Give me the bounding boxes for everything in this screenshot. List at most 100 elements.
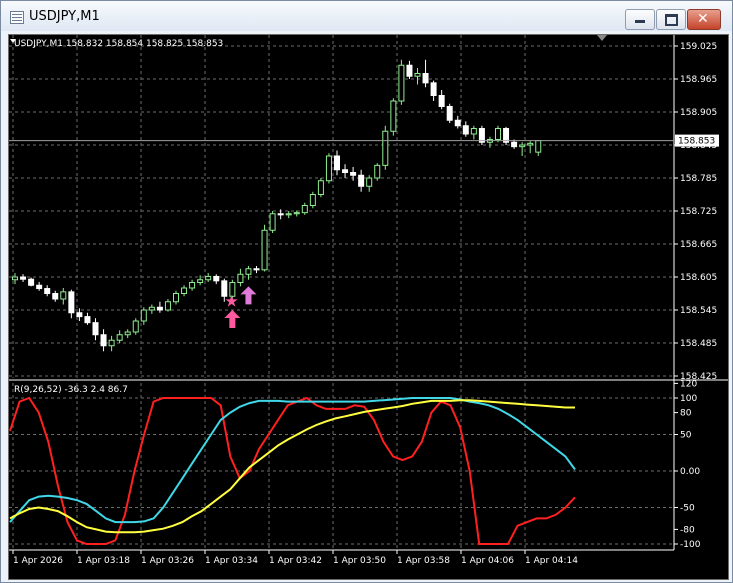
time-label: 1 Apr 03:50 (333, 556, 386, 566)
candle-body (173, 293, 179, 303)
candle-body (325, 155, 332, 182)
candle-body (52, 293, 59, 300)
candle-body (293, 212, 300, 215)
price-tick-label: 158.965 (680, 75, 717, 85)
time-label: 1 Apr 2026 (13, 556, 63, 566)
time-label: 1 Apr 03:42 (269, 556, 322, 566)
candle-body (132, 320, 139, 333)
chart-window-icon (10, 11, 24, 24)
candle-body (422, 73, 429, 84)
candle-body (511, 141, 518, 148)
candle-body (245, 268, 252, 275)
price-tick-label: 158.725 (680, 207, 717, 217)
candle-body (197, 279, 204, 283)
candle-body (374, 164, 381, 179)
title-bar[interactable]: USDJPY,M1 ✕ (1, 1, 732, 31)
price-tick-label: 158.785 (680, 174, 717, 184)
candle-body (108, 339, 115, 347)
candle-body (100, 334, 107, 347)
indicator-level-label: 0.00 (680, 467, 700, 477)
candle-body (358, 174, 365, 187)
candle-body (406, 64, 413, 77)
current-price-label: 158.853 (678, 137, 715, 147)
indicator-label: R(9,26,52) -36.3 2.4 86.7 (14, 385, 128, 395)
candle-body (28, 278, 35, 286)
time-label: 1 Apr 04:14 (525, 556, 578, 566)
candle-body (277, 213, 284, 216)
candle-body (213, 275, 220, 282)
candle-body (366, 177, 373, 187)
candle-body (12, 276, 18, 281)
time-label: 1 Apr 03:34 (205, 556, 258, 566)
candle-body (92, 322, 99, 336)
price-tick-label: 159.025 (680, 42, 717, 52)
indicator-level-label: -100 (680, 540, 701, 550)
candle-body (301, 205, 308, 214)
minimize-button[interactable] (625, 9, 655, 30)
indicator-level-label: 80 (680, 409, 692, 419)
candle-body (535, 140, 542, 153)
price-tick-label: 158.905 (680, 108, 717, 118)
candle-body (261, 229, 268, 271)
candle-body (156, 306, 163, 311)
candle-body (317, 180, 324, 195)
chart-shift-icon (597, 35, 607, 41)
candle-body (414, 73, 421, 77)
candle-body (462, 125, 469, 135)
chart-header: USDJPY,M1 158.832 158.854 158.825 158.85… (14, 39, 223, 49)
indicator-level-label: 50 (680, 431, 692, 441)
time-label: 1 Apr 03:18 (77, 556, 130, 566)
price-tick-label: 158.545 (680, 306, 717, 316)
candle-body (181, 287, 188, 294)
candle-body (398, 64, 405, 102)
candle-body (205, 275, 212, 281)
time-label: 1 Apr 04:06 (461, 556, 514, 566)
indicator-level-label: 100 (680, 394, 697, 404)
candle-body (382, 130, 389, 166)
buy-arrow-icon (240, 286, 257, 305)
candle-body (124, 331, 131, 336)
time-label: 1 Apr 03:58 (397, 556, 450, 566)
candle-body (390, 100, 397, 132)
price-tick-label: 158.485 (680, 339, 717, 349)
price-chart[interactable]: 159.025158.965158.905158.845158.785158.7… (9, 35, 728, 579)
close-icon: ✕ (697, 11, 709, 27)
candle-body (342, 169, 349, 173)
indicator-level-label: 120 (680, 379, 697, 389)
candle-body (237, 273, 244, 283)
candle-body (36, 284, 43, 290)
window-title: USDJPY,M1 (29, 9, 100, 24)
chart-window: USDJPY,M1 ✕ 159.025158.965158.905158.845… (0, 0, 733, 583)
candle-body (285, 213, 292, 216)
indicator-level-label: -80 (680, 525, 695, 535)
maximize-button[interactable] (656, 9, 686, 30)
candle-body (334, 155, 340, 171)
candle-body (20, 276, 27, 280)
candle-body (76, 312, 83, 318)
candle-body (446, 106, 453, 121)
buy-arrow-icon (224, 310, 241, 328)
candle-body (68, 291, 75, 314)
candle-body (140, 309, 147, 322)
candle-body (84, 316, 91, 324)
candle-body (309, 194, 316, 206)
minimize-icon (635, 20, 645, 23)
candle-body (519, 144, 526, 148)
maximize-icon (665, 14, 678, 26)
candle-body (164, 301, 171, 311)
candle-body (430, 82, 437, 96)
candle-body (495, 128, 501, 140)
candle-body (527, 142, 534, 146)
candle-body (253, 268, 260, 271)
chart-area[interactable]: 159.025158.965158.905158.845158.785158.7… (8, 34, 729, 580)
candle-body (438, 95, 445, 107)
signal-star-icon: ★ (224, 292, 238, 311)
time-label: 1 Apr 03:26 (141, 556, 194, 566)
close-button[interactable]: ✕ (687, 9, 721, 30)
candle-body (189, 282, 196, 289)
indicator-line (9, 399, 575, 534)
candle-body (350, 172, 357, 176)
candle-body (454, 119, 461, 127)
indicator-level-label: -50 (680, 504, 695, 514)
candle-body (116, 334, 123, 341)
